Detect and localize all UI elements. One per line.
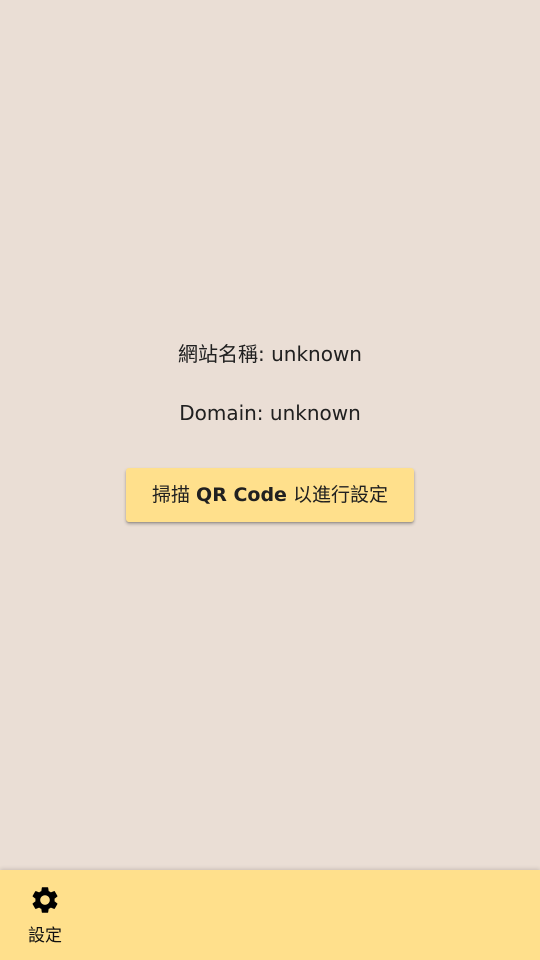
scan-button-bold: QR Code xyxy=(196,484,287,506)
bottom-navigation-bar: 設定 xyxy=(0,870,540,960)
scan-button-prefix: 掃描 xyxy=(152,484,197,506)
nav-item-settings[interactable]: 設定 xyxy=(0,870,90,960)
site-name-text: 網站名稱: unknown xyxy=(178,342,362,366)
scan-qr-code-button[interactable]: 掃描 QR Code 以進行設定 xyxy=(126,468,414,522)
domain-text: Domain: unknown xyxy=(179,401,361,425)
scan-button-suffix: 以進行設定 xyxy=(286,484,388,506)
nav-item-settings-label: 設定 xyxy=(28,926,62,946)
main-content: 網站名稱: unknown Domain: unknown 掃描 QR Code… xyxy=(0,0,540,870)
gear-icon xyxy=(32,887,58,913)
